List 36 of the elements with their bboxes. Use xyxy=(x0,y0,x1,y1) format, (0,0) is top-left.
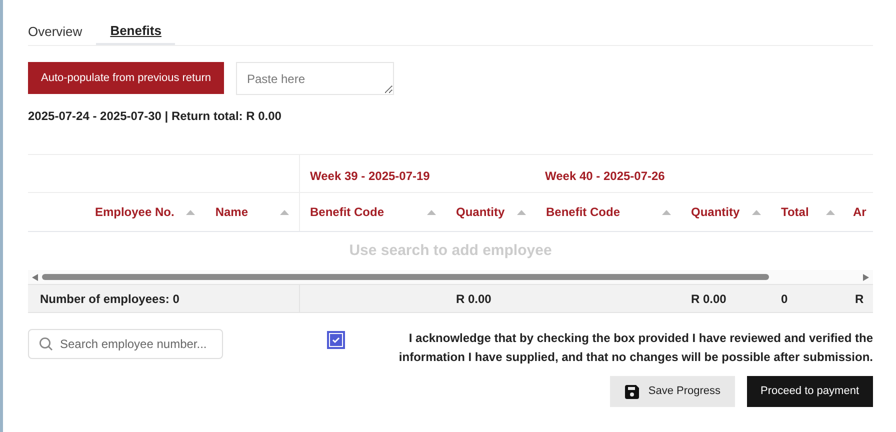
column-header[interactable]: Benefit Code xyxy=(536,193,681,231)
acknowledge-checkbox[interactable] xyxy=(327,331,345,349)
employee-count: Number of employees: 0 xyxy=(40,290,180,308)
sort-icon[interactable] xyxy=(427,210,436,214)
paste-field[interactable]: Paste here xyxy=(236,62,394,95)
return-summary: 2025-07-24 - 2025-07-30 | Return total: R 0.00 xyxy=(28,108,282,125)
acknowledge-text: I acknowledge that by checking the box provided I have reviewed and verified the information I have supplied, and that no changes will be possible after submission. xyxy=(398,330,873,366)
column-header[interactable]: Quantity xyxy=(681,193,771,231)
sort-icon[interactable] xyxy=(517,210,526,214)
scroll-left-icon[interactable] xyxy=(32,274,38,280)
horizontal-scrollbar[interactable] xyxy=(28,270,873,284)
autopopulate-button[interactable]: Auto-populate from previous return xyxy=(28,62,224,94)
footer-total: R xyxy=(855,292,864,306)
column-header[interactable]: Quantity xyxy=(446,193,536,231)
sort-icon[interactable] xyxy=(280,210,289,214)
column-header[interactable]: Name xyxy=(205,193,299,231)
scroll-right-icon[interactable] xyxy=(863,274,869,280)
column-header[interactable]: Ar xyxy=(845,193,873,231)
sort-icon[interactable] xyxy=(752,210,761,214)
footer-total: R 0.00 xyxy=(691,292,726,306)
column-header[interactable]: Benefit Code xyxy=(300,193,446,231)
proceed-button[interactable]: Proceed to payment xyxy=(746,376,873,407)
sort-icon[interactable] xyxy=(662,210,671,214)
footer-total: R 0.00 xyxy=(456,292,492,306)
search-field[interactable]: Search employee number... xyxy=(28,329,223,359)
column-header[interactable]: Employee No. xyxy=(28,193,206,231)
sort-icon[interactable] xyxy=(826,210,835,214)
column-header[interactable]: Total xyxy=(771,193,845,231)
tab[interactable]: Benefits xyxy=(96,18,176,45)
search-icon xyxy=(39,337,53,351)
week-header: Week 39 - 2025-07-19 xyxy=(309,168,431,185)
week-header: Week 40 - 2025-07-26 xyxy=(544,168,666,185)
sort-icon[interactable] xyxy=(186,210,196,214)
save-button[interactable]: Save Progress xyxy=(610,376,735,407)
footer-total: 0 xyxy=(781,292,788,306)
tab[interactable]: Overview xyxy=(28,18,96,45)
